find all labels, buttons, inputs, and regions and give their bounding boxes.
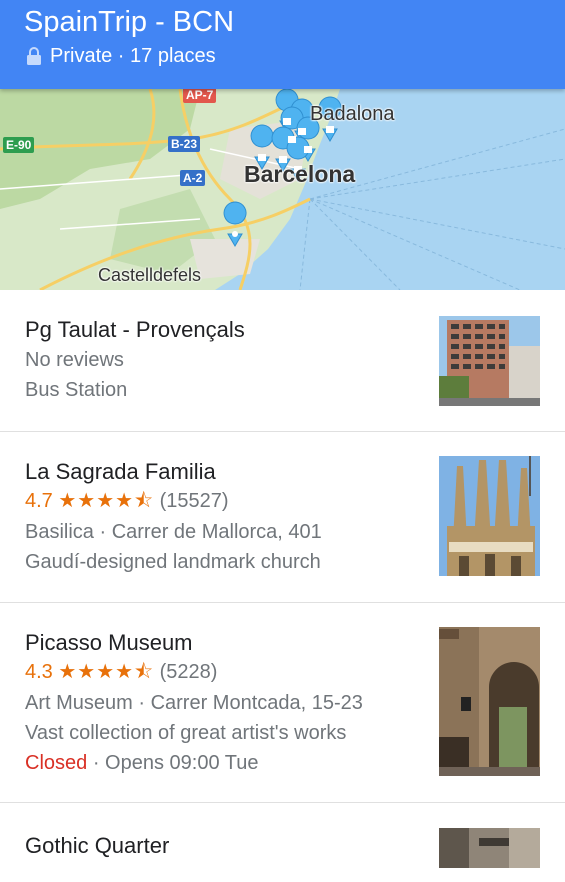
road-shield-b23: B-23 — [168, 136, 201, 152]
place-category: Bus Station — [25, 379, 128, 401]
list-subtitle: Private · 17 places — [26, 43, 216, 69]
place-details: Basilica · Carrer de Mallorca, 401 — [25, 521, 322, 543]
rating-value: 4.7 — [25, 490, 53, 512]
place-photo[interactable] — [439, 828, 540, 868]
place-item[interactable]: La Sagrada Familia 4.7 ★★★★⯪ (15527) Bas… — [0, 431, 565, 603]
review-count: (15527) — [159, 490, 229, 512]
place-name: Pg Taulat - Provençals — [25, 317, 245, 342]
place-photo[interactable] — [439, 627, 540, 776]
place-photo[interactable] — [439, 456, 540, 576]
place-description: Gaudí-designed landmark church — [25, 551, 321, 573]
map-view[interactable]: Badalona Barcelona Castelldefels AP-7 E-… — [0, 89, 565, 290]
place-item[interactable]: Picasso Museum 4.3 ★★★★⯪ (5228) Art Muse… — [0, 602, 565, 803]
review-count: (5228) — [159, 661, 218, 683]
place-name: Gothic Quarter — [25, 833, 170, 858]
road-shield-a2: A-2 — [180, 170, 206, 186]
place-reviews: No reviews — [25, 349, 124, 371]
map-label-castelldefels: Castelldefels — [98, 265, 202, 285]
app-header: SpainTrip - BCN Private · 17 places — [0, 0, 565, 89]
map-label-barcelona: Barcelona — [244, 161, 356, 187]
map-canvas — [0, 89, 565, 290]
place-name: Picasso Museum — [25, 630, 193, 655]
museum-photo — [439, 627, 540, 776]
opening-hours: · Opens 09:00 Tue — [87, 752, 259, 774]
place-description: Vast collection of great artist's works — [25, 722, 347, 744]
place-name: La Sagrada Familia — [25, 459, 216, 484]
privacy-and-count: Private · 17 places — [50, 45, 216, 67]
rating-stars-icon: ★★★★⯪ — [58, 490, 155, 512]
rating-stars-icon: ★★★★⯪ — [58, 661, 155, 683]
status-badge: Closed — [25, 752, 88, 774]
place-rating-line: 4.7 ★★★★⯪ (15527) — [25, 488, 229, 514]
road-shield-e90: E-90 — [3, 137, 35, 153]
list-title: SpainTrip - BCN — [24, 6, 235, 38]
basilica-photo — [439, 456, 540, 576]
map-label-badalona: Badalona — [310, 103, 395, 125]
road-shield-ap7: AP-7 — [183, 89, 217, 103]
lock-icon — [27, 47, 41, 65]
quarter-photo — [439, 828, 540, 868]
place-photo[interactable] — [439, 316, 540, 406]
place-hours: Closed · Opens 09:00 Tue — [25, 750, 259, 776]
rating-value: 4.3 — [25, 661, 53, 683]
place-details: Art Museum · Carrer Montcada, 15-23 — [25, 692, 363, 714]
place-item[interactable]: Pg Taulat - Provençals No reviews Bus St… — [0, 290, 565, 432]
place-item[interactable]: Gothic Quarter — [0, 802, 565, 882]
place-rating-line: 4.3 ★★★★⯪ (5228) — [25, 659, 217, 685]
building-photo — [439, 316, 540, 406]
